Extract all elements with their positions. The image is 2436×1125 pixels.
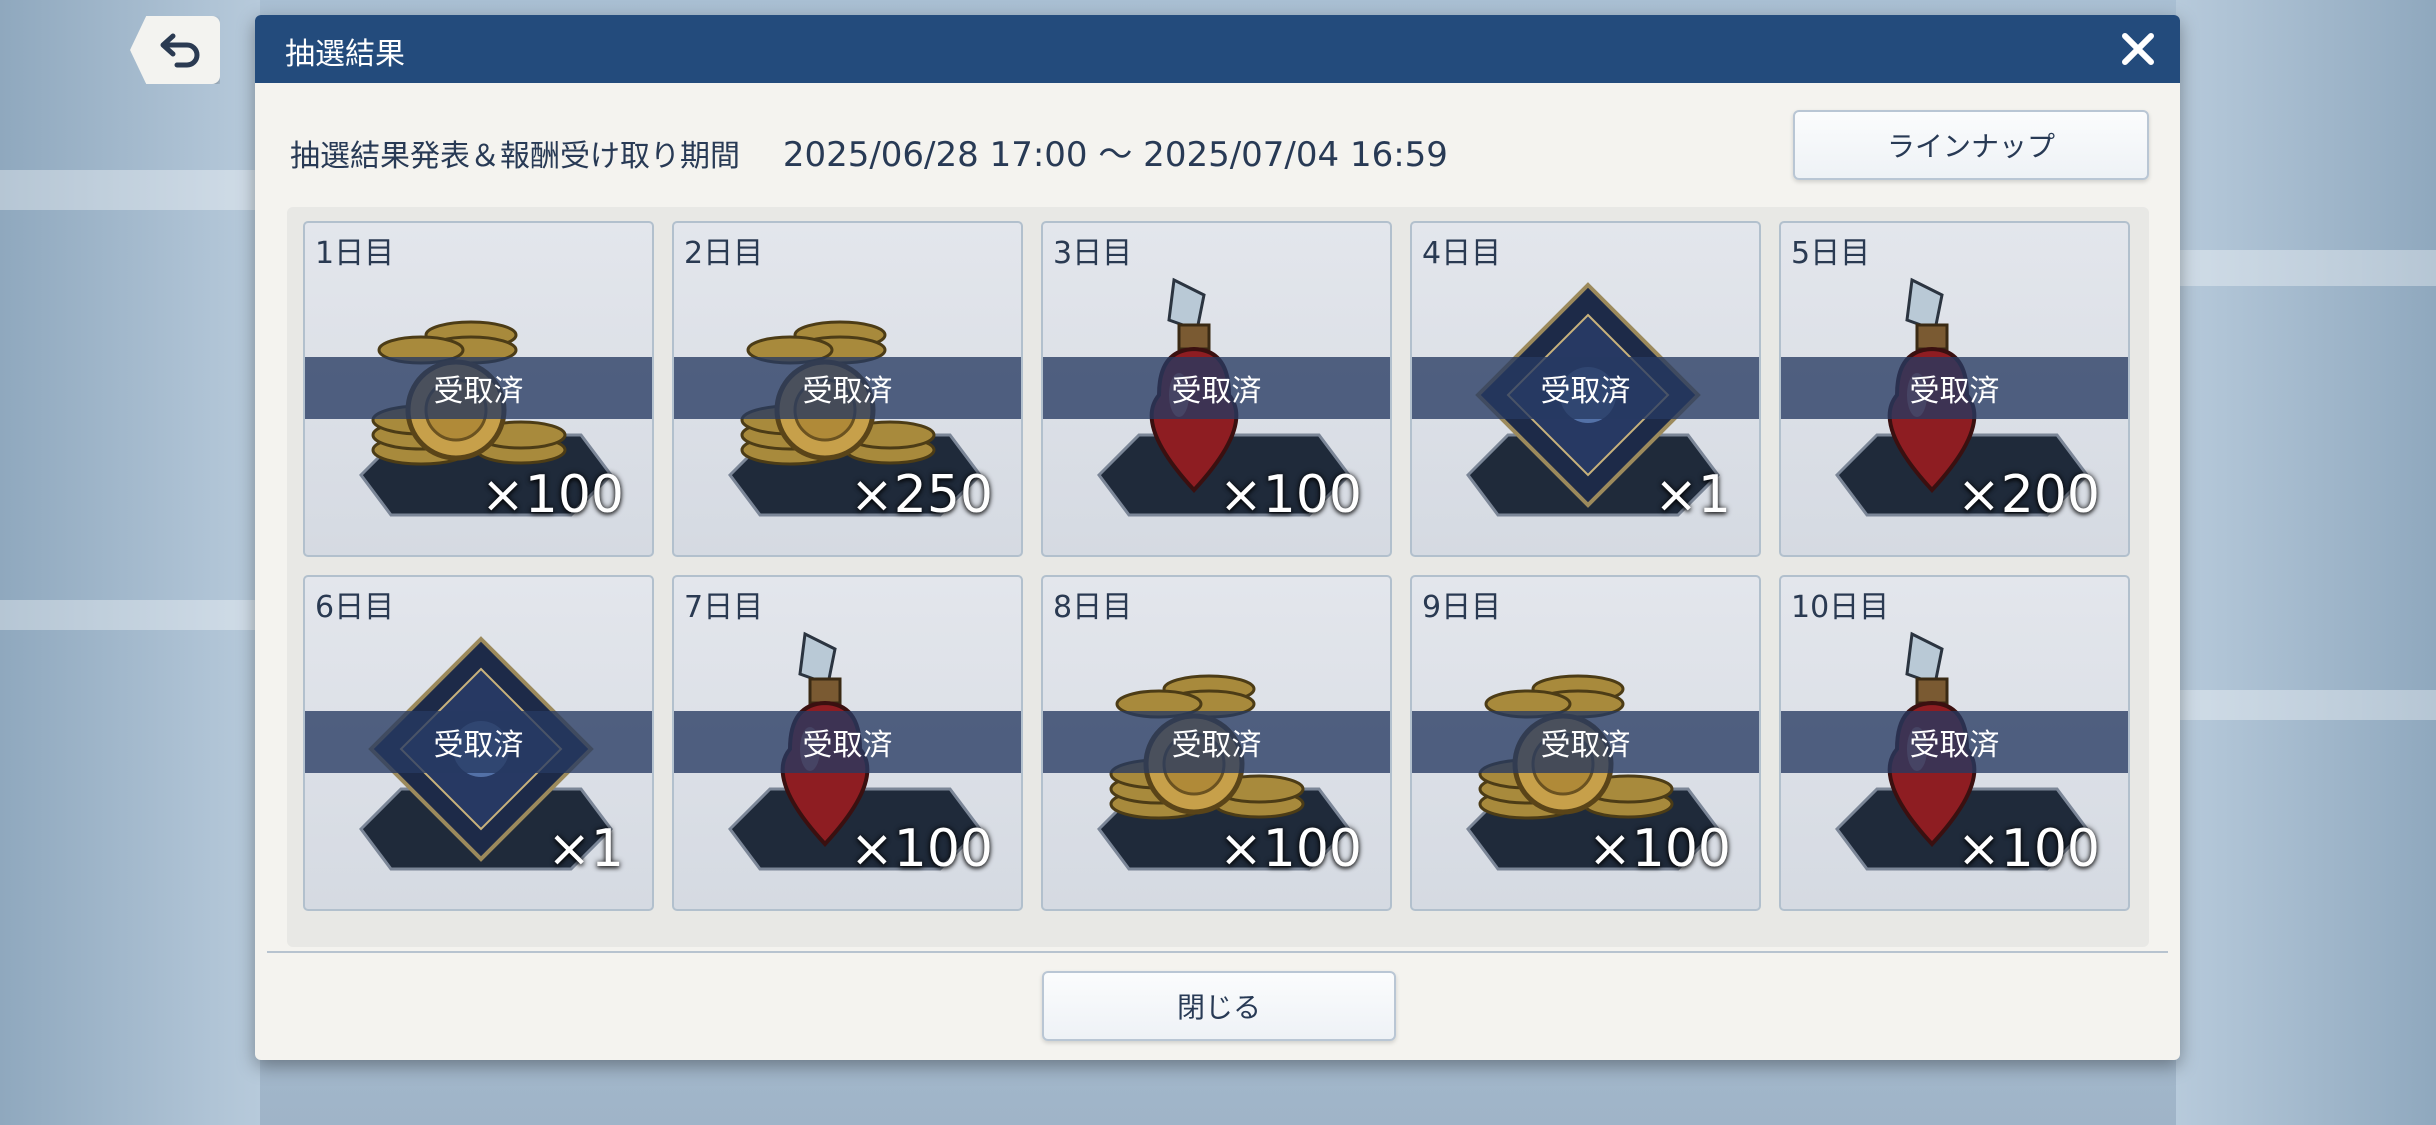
reward-day-label: 2日目 [684,236,764,271]
reward-day-label: 3日目 [1053,236,1133,271]
close-icon [2122,33,2154,65]
received-status-band: 受取済 [1043,357,1390,419]
received-status-band: 受取済 [1781,357,2128,419]
close-button[interactable]: 閉じる [1042,971,1396,1041]
reward-day-label: 9日目 [1422,590,1502,625]
received-status-band: 受取済 [674,711,1021,773]
received-status-band: 受取済 [1412,357,1759,419]
received-status-label: 受取済 [1540,374,1631,409]
received-status-label: 受取済 [802,374,893,409]
reward-quantity: ×1 [1654,465,1731,525]
reward-quantity: ×100 [1957,819,2100,879]
reward-card[interactable]: 1日目受取済 ×100 [303,221,654,557]
reward-quantity: ×200 [1957,465,2100,525]
received-status-label: 受取済 [1171,374,1262,409]
reward-day-label: 5日目 [1791,236,1871,271]
received-status-label: 受取済 [1171,728,1262,763]
reward-card[interactable]: 3日目受取済 ×100 [1041,221,1392,557]
reward-day-label: 1日目 [315,236,395,271]
received-status-label: 受取済 [1540,728,1631,763]
received-status-label: 受取済 [433,374,524,409]
reward-card[interactable]: 8日目受取済 ×100 [1041,575,1392,911]
reward-quantity: ×100 [1219,819,1362,879]
lineup-button-label: ラインナップ [1886,130,2055,163]
background-stripe [2176,250,2436,286]
reward-quantity: ×100 [481,465,624,525]
reward-quantity: ×100 [850,819,993,879]
period-label: 抽選結果発表＆報酬受け取り期間 [290,139,740,174]
divider [267,951,2168,953]
reward-card[interactable]: 7日目受取済 ×100 [672,575,1023,911]
received-status-label: 受取済 [1909,374,2000,409]
reward-quantity: ×1 [547,819,624,879]
reward-day-label: 4日目 [1422,236,1502,271]
lineup-button[interactable]: ラインナップ [1793,110,2149,180]
reward-card[interactable]: 2日目受取済 ×250 [672,221,1023,557]
received-status-label: 受取済 [1909,728,2000,763]
reward-day-label: 7日目 [684,590,764,625]
reward-day-label: 10日目 [1791,590,1890,625]
background-left [0,0,260,1125]
received-status-band: 受取済 [305,711,652,773]
reward-quantity: ×100 [1219,465,1362,525]
dialog-titlebar: 抽選結果 [255,15,2180,83]
received-status-label: 受取済 [433,728,524,763]
reward-quantity: ×250 [850,465,993,525]
received-status-band: 受取済 [1412,711,1759,773]
background-right [2176,0,2436,1125]
received-status-band: 受取済 [305,357,652,419]
reward-card[interactable]: 10日目受取済 ×100 [1779,575,2130,911]
close-button-label: 閉じる [1176,991,1261,1024]
received-status-band: 受取済 [1043,711,1390,773]
close-x-button[interactable] [2116,27,2160,71]
reward-card[interactable]: 9日目受取済 ×100 [1410,575,1761,911]
reward-day-label: 6日目 [315,590,395,625]
back-button[interactable] [130,16,220,84]
reward-day-label: 8日目 [1053,590,1133,625]
received-status-band: 受取済 [1781,711,2128,773]
background-stripe [0,170,260,210]
background-stripe [0,600,260,630]
reward-card[interactable]: 4日目受取済 ×1 [1410,221,1761,557]
reward-grid: 1日目受取済 ×100 2日目受取済 ×250 3日目受取済 ×100 4日目受取済 ×1 5日… [287,207,2149,947]
reward-quantity: ×100 [1588,819,1731,879]
period-row: 抽選結果発表＆報酬受け取り期間 2025/06/28 17:00 ～ 2025/… [290,127,1448,176]
background-stripe [2176,690,2436,720]
received-status-band: 受取済 [674,357,1021,419]
received-status-label: 受取済 [802,728,893,763]
dialog-title: 抽選結果 [285,37,405,72]
back-arrow-icon [160,33,200,68]
reward-card[interactable]: 5日目受取済 ×200 [1779,221,2130,557]
lottery-result-dialog: 抽選結果 抽選結果発表＆報酬受け取り期間 2025/06/28 17:00 ～ … [255,15,2180,1060]
period-value: 2025/06/28 17:00 ～ 2025/07/04 16:59 [782,135,1448,175]
reward-card[interactable]: 6日目受取済 ×1 [303,575,654,911]
